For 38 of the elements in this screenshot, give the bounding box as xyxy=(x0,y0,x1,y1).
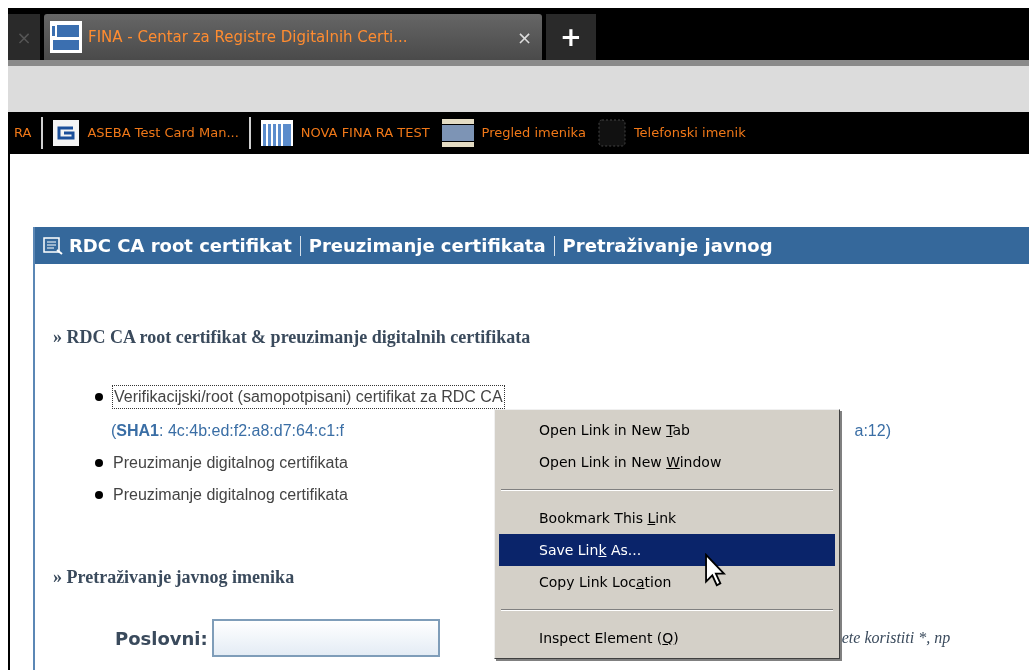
download-link[interactable]: Preuzimanje digitalnog certifikata xyxy=(113,452,348,474)
field-label: Poslovni: xyxy=(115,626,208,651)
search-field[interactable] xyxy=(211,619,440,657)
site-logo-icon xyxy=(50,21,82,53)
bookmark-link[interactable]: Pregled imenika xyxy=(435,117,592,149)
blank-square-icon xyxy=(597,119,626,147)
bookmark-link[interactable]: Telefonski imenik xyxy=(591,119,752,147)
header-link[interactable]: RDC CA root certifikat xyxy=(69,232,292,259)
hash-text: a:12) xyxy=(854,421,891,441)
menu-item[interactable]: Open Link in New Window xyxy=(499,446,835,478)
tab-title: FINA - Centar za Registre Digitalnih Certi... xyxy=(88,26,409,48)
menu-item[interactable]: Save Link As... xyxy=(499,534,835,566)
download-link[interactable]: Verifikacijski/root (samopotpisani) certifikat za RDC CA xyxy=(113,386,504,408)
hint-text: ete koristiti *, np xyxy=(841,628,951,649)
header-link[interactable]: Pretraživanje javnog xyxy=(562,232,773,259)
bullet-icon xyxy=(95,393,103,401)
close-icon[interactable]: × xyxy=(512,23,536,51)
bookmark-link[interactable]: NOVA FINA RA TEST xyxy=(254,120,436,146)
list-icon xyxy=(43,236,63,255)
header-link[interactable]: Preuzimanje certifikata xyxy=(308,232,546,259)
download-link[interactable]: Preuzimanje digitalnog certifikata xyxy=(113,484,348,506)
section-heading: » Pretraživanje javnog imenika xyxy=(53,566,295,589)
menu-item[interactable]: Copy Link Location xyxy=(499,566,835,598)
bullet-icon xyxy=(95,459,103,467)
bookmark-link[interactable]: ASEBA Test Card Man... xyxy=(47,120,245,146)
menu-item[interactable]: Open Link in New Tab xyxy=(499,414,835,446)
hash-text: (SHA1: 4c:4b:ed:f2:a8:d7:64:c1:f xyxy=(111,421,345,441)
bookmark-link[interactable]: RA xyxy=(8,123,38,143)
browser-tab[interactable]: FINA - Centar za Registre Digitalnih Certi... × xyxy=(44,14,542,60)
new-tab-button[interactable]: + xyxy=(546,14,596,60)
bullet-icon xyxy=(95,491,103,499)
menu-item[interactable]: Bookmark This Link xyxy=(499,502,835,534)
folder-label-icon xyxy=(441,117,474,149)
card-icon xyxy=(53,120,80,146)
bars-icon xyxy=(260,120,293,146)
menu-item[interactable]: Inspect Element (Q) xyxy=(499,622,835,654)
section-heading: » RDC CA root certifikat & preuzimanje digitalnih certifikata xyxy=(53,326,531,348)
mouse-pointer-icon xyxy=(703,553,727,587)
